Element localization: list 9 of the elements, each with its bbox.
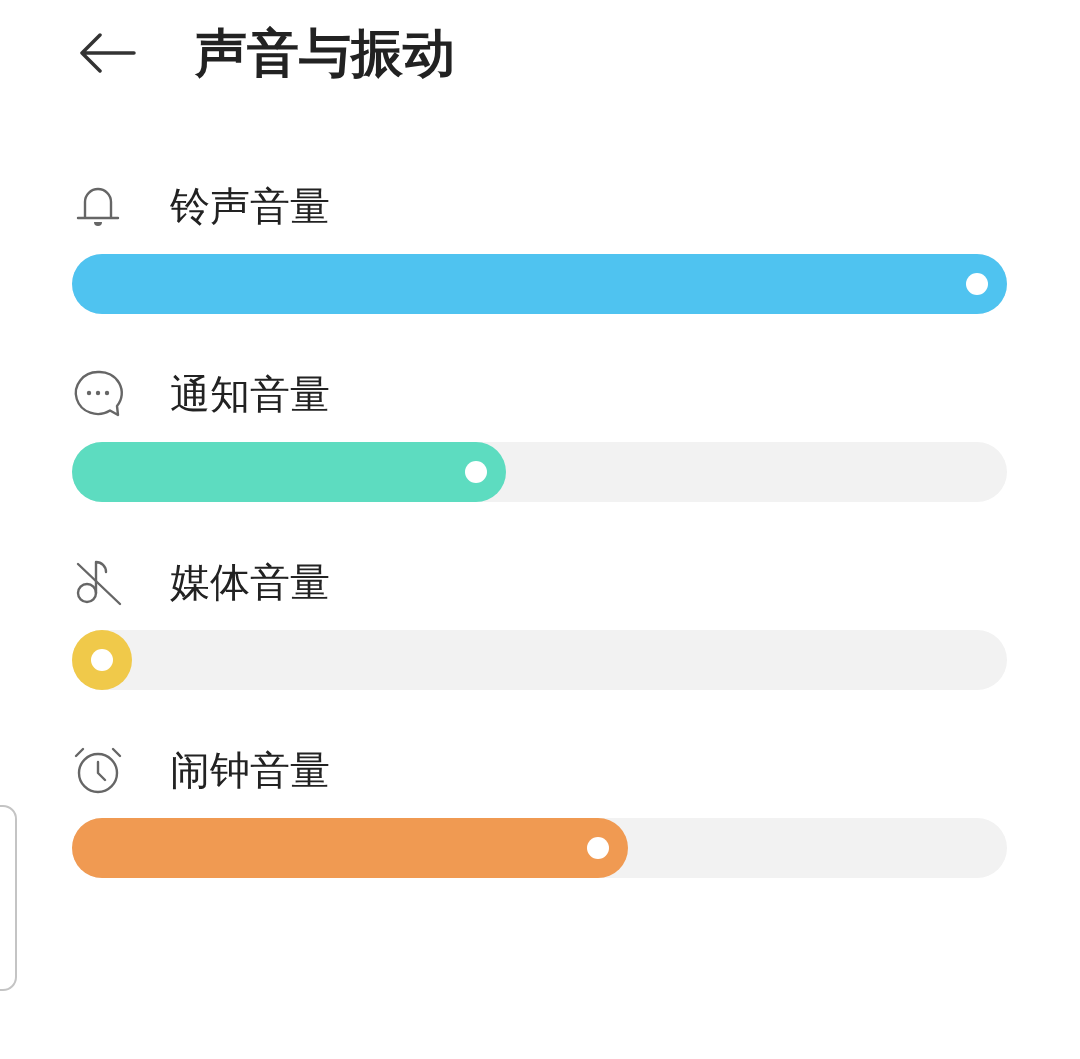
volume-label: 通知音量 <box>170 374 330 414</box>
volume-label: 铃声音量 <box>170 186 330 226</box>
volume-label: 闹钟音量 <box>170 750 330 790</box>
page-title: 声音与振动 <box>195 27 455 79</box>
volume-slider[interactable] <box>72 630 1007 690</box>
volume-slider[interactable] <box>72 442 1007 502</box>
volume-slider[interactable] <box>72 818 1007 878</box>
volume-label: 媒体音量 <box>170 562 330 602</box>
back-arrow-icon <box>78 33 136 73</box>
